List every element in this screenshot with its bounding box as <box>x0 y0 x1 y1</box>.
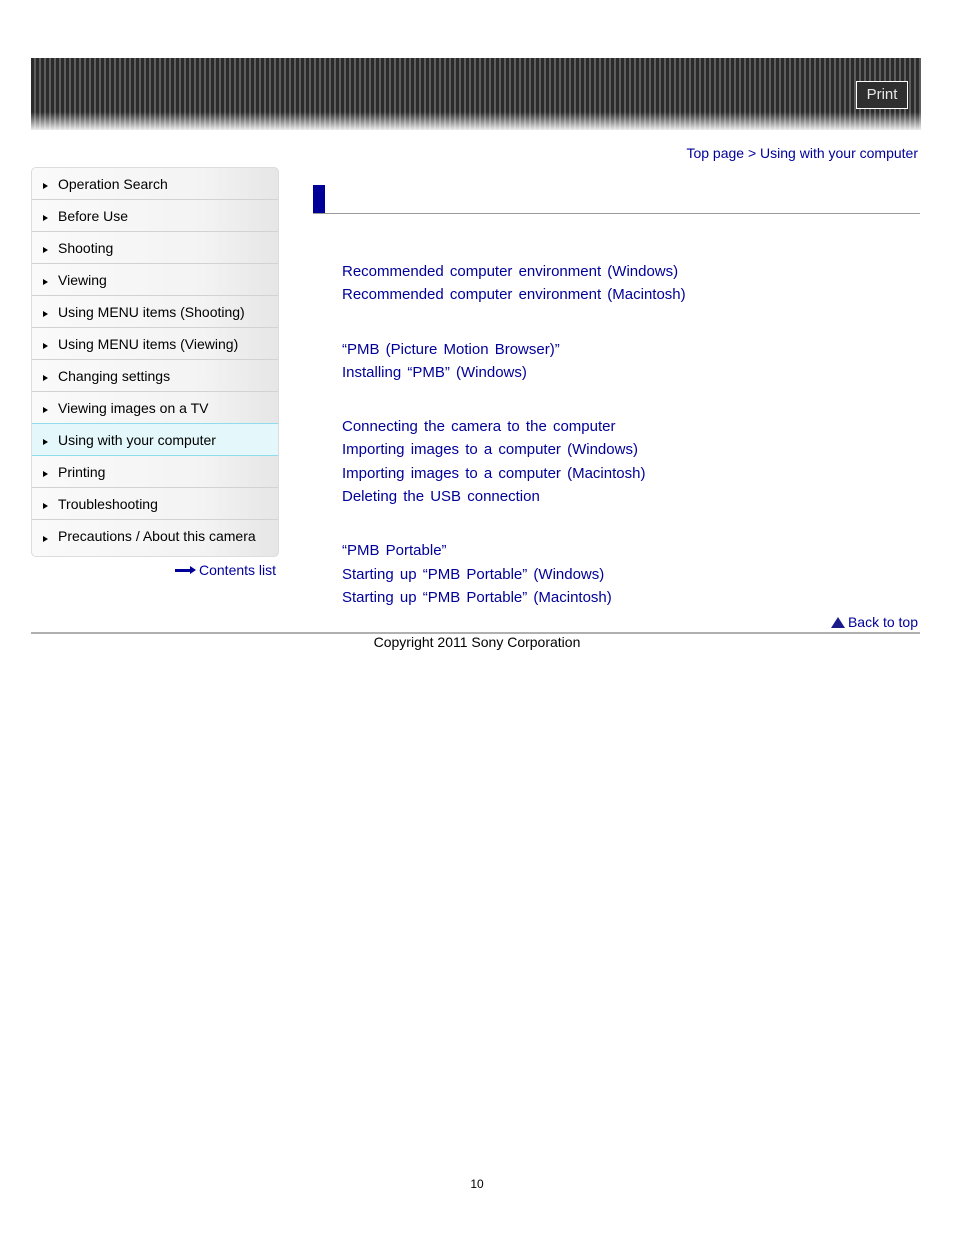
page-number: 10 <box>470 1177 484 1191</box>
sidebar-item-before-use[interactable]: Before Use <box>32 200 278 232</box>
sidebar-item-menu-viewing[interactable]: Using MENU items (Viewing) <box>32 328 278 360</box>
arrow-right-icon <box>43 374 48 381</box>
link-group: “PMB Portable” Starting up “PMB Portable… <box>342 539 686 609</box>
sidebar-item-label: Using MENU items (Shooting) <box>58 304 245 320</box>
sidebar-item-operation-search[interactable]: Operation Search <box>32 168 278 200</box>
sidebar-item-label: Operation Search <box>58 176 168 192</box>
sidebar-item-viewing-tv[interactable]: Viewing images on a TV <box>32 392 278 424</box>
sidebar-item-label: Viewing <box>58 272 107 288</box>
topic-link[interactable]: Recommended computer environment (Macint… <box>342 283 686 306</box>
sidebar-item-label: Changing settings <box>58 368 171 384</box>
sidebar-nav: Operation Search Before Use Shooting Vie… <box>31 167 279 557</box>
title-accent-bar <box>313 185 325 214</box>
contents-list-link[interactable]: Contents list <box>175 562 276 578</box>
arrow-right-icon <box>43 438 48 445</box>
arrow-right-icon <box>43 342 48 349</box>
breadcrumb: Top page > Using with your computer <box>686 145 918 161</box>
copyright-text: Copyright 2011 Sony Corporation <box>373 634 581 650</box>
header-banner <box>31 58 921 130</box>
sidebar-item-label: Precautions / About this camera <box>58 528 256 544</box>
sidebar-item-shooting[interactable]: Shooting <box>32 232 278 264</box>
print-button[interactable]: Print <box>856 81 908 109</box>
sidebar-item-label: Troubleshooting <box>58 496 158 512</box>
title-divider <box>313 213 920 214</box>
sidebar-item-viewing[interactable]: Viewing <box>32 264 278 296</box>
sidebar-item-precautions[interactable]: Precautions / About this camera <box>32 520 278 556</box>
topic-link[interactable]: Starting up “PMB Portable” (Windows) <box>342 563 686 586</box>
arrow-right-icon <box>43 310 48 317</box>
breadcrumb-separator: > <box>744 145 761 161</box>
sidebar-item-label: Shooting <box>58 240 114 256</box>
arrow-right-icon <box>175 565 196 574</box>
topic-link[interactable]: Installing “PMB” (Windows) <box>342 361 686 384</box>
sidebar-item-changing-settings[interactable]: Changing settings <box>32 360 278 392</box>
sidebar-item-menu-shooting[interactable]: Using MENU items (Shooting) <box>32 296 278 328</box>
back-to-top-label: Back to top <box>847 614 918 630</box>
arrow-right-icon <box>43 246 48 253</box>
arrow-right-icon <box>43 536 48 542</box>
topic-link[interactable]: Importing images to a computer (Windows) <box>342 438 686 461</box>
topic-link[interactable]: “PMB Portable” <box>342 539 686 562</box>
topic-link[interactable]: Importing images to a computer (Macintos… <box>342 462 686 485</box>
sidebar-item-label: Viewing images on a TV <box>58 400 209 416</box>
arrow-right-icon <box>43 214 48 221</box>
breadcrumb-top-page[interactable]: Top page <box>686 145 744 161</box>
topic-link[interactable]: Starting up “PMB Portable” (Macintosh) <box>342 586 686 609</box>
breadcrumb-current[interactable]: Using with your computer <box>760 145 918 161</box>
arrow-right-icon <box>43 470 48 477</box>
topic-link[interactable]: Recommended computer environment (Window… <box>342 260 686 283</box>
sidebar-item-label: Using MENU items (Viewing) <box>58 336 239 352</box>
sidebar-item-using-computer[interactable]: Using with your computer <box>32 423 278 456</box>
topic-links: Recommended computer environment (Window… <box>342 260 686 640</box>
sidebar-item-label: Using with your computer <box>58 432 216 448</box>
topic-link[interactable]: Deleting the USB connection <box>342 485 686 508</box>
sidebar-item-troubleshooting[interactable]: Troubleshooting <box>32 488 278 520</box>
link-group: Connecting the camera to the computer Im… <box>342 415 686 508</box>
arrow-right-icon <box>43 278 48 285</box>
arrow-right-icon <box>43 502 48 509</box>
sidebar-item-label: Before Use <box>58 208 129 224</box>
link-group: Recommended computer environment (Window… <box>342 260 686 307</box>
arrow-right-icon <box>43 182 48 189</box>
triangle-up-icon <box>830 616 845 628</box>
arrow-right-icon <box>43 406 48 413</box>
topic-link[interactable]: Connecting the camera to the computer <box>342 415 686 438</box>
sidebar-item-printing[interactable]: Printing <box>32 456 278 488</box>
topic-link[interactable]: “PMB (Picture Motion Browser)” <box>342 338 686 361</box>
back-to-top-link[interactable]: Back to top <box>830 614 918 630</box>
contents-list-label: Contents list <box>199 562 277 578</box>
link-group: “PMB (Picture Motion Browser)” Installin… <box>342 338 686 385</box>
sidebar-item-label: Printing <box>58 464 106 480</box>
